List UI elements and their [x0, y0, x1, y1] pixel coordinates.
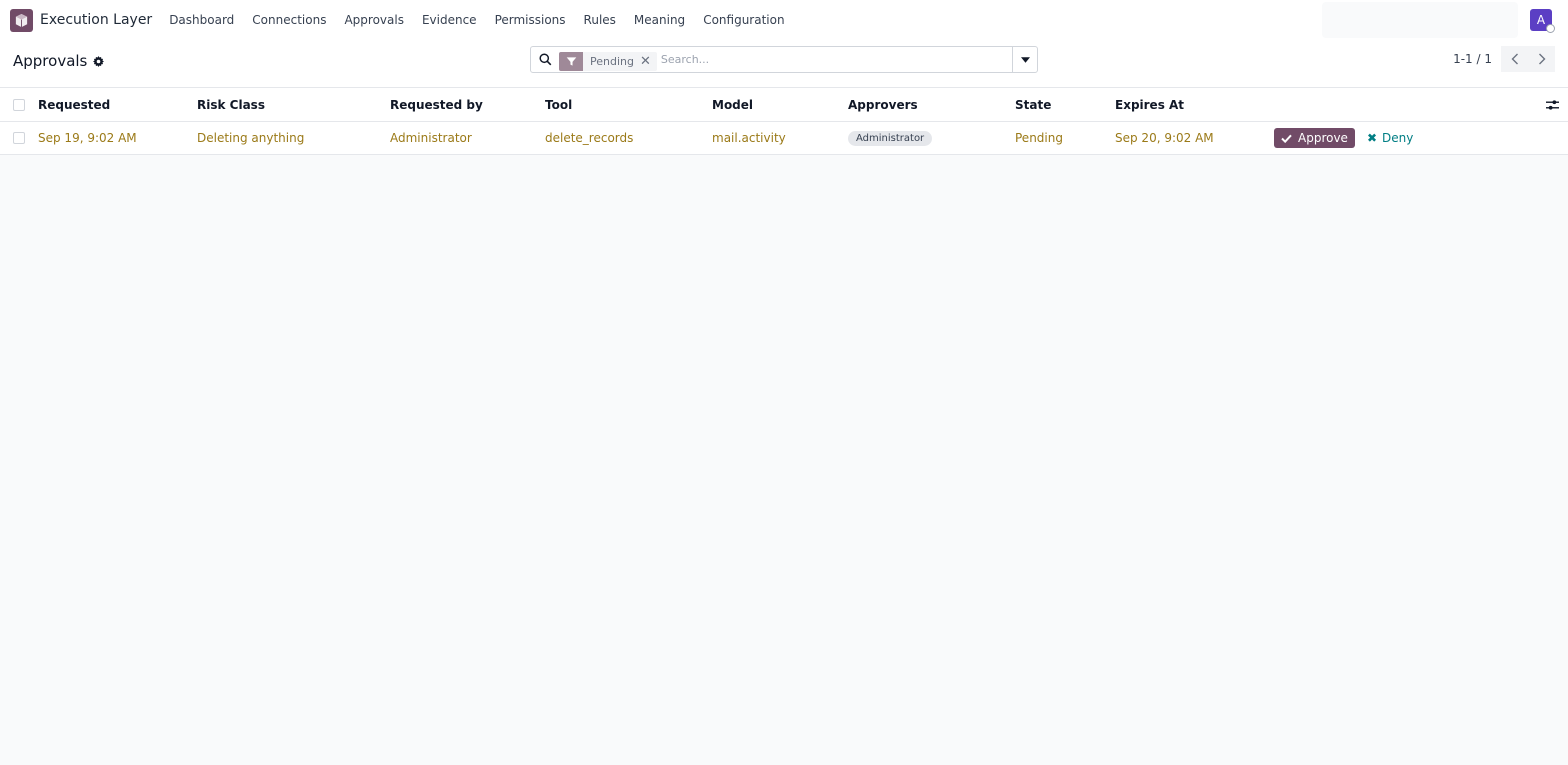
column-header-requested[interactable]: Requested — [38, 88, 110, 121]
cell-approvers: Administrator — [848, 122, 933, 154]
pager-value[interactable]: 1-1 / 1 — [1453, 52, 1492, 66]
control-panel: Approvals Pending ✕ Search... 1-1 / 1 — [0, 40, 1568, 88]
row-actions: Approve ✖ Deny — [1274, 122, 1413, 154]
search-icon[interactable] — [531, 53, 559, 66]
column-header-tool[interactable]: Tool — [545, 88, 572, 121]
nav-dashboard[interactable]: Dashboard — [169, 13, 234, 27]
app-name[interactable]: Execution Layer — [40, 12, 152, 28]
remove-facet-icon[interactable]: ✕ — [640, 54, 657, 69]
nav-rules[interactable]: Rules — [584, 13, 616, 27]
column-header-approvers[interactable]: Approvers — [848, 88, 918, 121]
column-header-model[interactable]: Model — [712, 88, 753, 121]
cell-requested-by[interactable]: Administrator — [390, 122, 472, 154]
top-navbar: Execution Layer Dashboard Connections Ap… — [0, 0, 1568, 40]
select-all-checkbox[interactable] — [13, 98, 25, 111]
check-icon — [1281, 134, 1292, 143]
cell-tool[interactable]: delete_records — [545, 122, 633, 154]
cell-expires-at[interactable]: Sep 20, 9:02 AM — [1115, 122, 1214, 154]
pager-next-button[interactable] — [1528, 46, 1555, 72]
close-icon: ✖ — [1366, 131, 1378, 145]
column-header-risk-class[interactable]: Risk Class — [197, 88, 265, 121]
row-checkbox[interactable] — [13, 132, 25, 144]
search-bar: Pending ✕ — [530, 46, 1038, 73]
approver-tag: Administrator — [848, 130, 933, 146]
column-header-requested-by[interactable]: Requested by — [390, 88, 483, 121]
filter-facet: Pending ✕ — [559, 52, 657, 71]
select-all-checkbox-cell — [13, 88, 25, 121]
deny-label: Deny — [1382, 131, 1414, 145]
pager-previous-button[interactable] — [1501, 46, 1528, 72]
caret-down-icon — [1020, 56, 1030, 63]
app-logo-icon[interactable] — [10, 8, 33, 32]
facet-value: Pending — [590, 55, 634, 68]
cell-state[interactable]: Pending — [1015, 122, 1063, 154]
search-input[interactable] — [660, 53, 1012, 66]
chevron-left-icon — [1511, 53, 1518, 65]
nav-configuration[interactable]: Configuration — [703, 13, 784, 27]
optional-columns-toggle[interactable] — [1546, 88, 1559, 121]
chevron-right-icon — [1538, 53, 1545, 65]
sliders-icon — [1546, 99, 1559, 110]
row-checkbox-cell — [13, 122, 25, 154]
nav-approvals[interactable]: Approvals — [344, 13, 404, 27]
breadcrumb: Approvals — [13, 52, 105, 70]
cell-risk-class[interactable]: Deleting anything — [197, 122, 304, 154]
page-title: Approvals — [13, 52, 88, 70]
gear-icon[interactable] — [93, 55, 105, 67]
approve-button[interactable]: Approve — [1274, 128, 1355, 148]
nav-permissions[interactable]: Permissions — [495, 13, 566, 27]
presence-status-icon — [1546, 24, 1555, 33]
user-avatar[interactable]: A — [1530, 9, 1555, 33]
nav-connections[interactable]: Connections — [252, 13, 326, 27]
avatar-letter: A — [1536, 13, 1546, 27]
approve-label: Approve — [1298, 131, 1348, 145]
table-header: Requested Risk Class Requested by Tool M… — [0, 88, 1568, 122]
column-header-expires-at[interactable]: Expires At — [1115, 88, 1184, 121]
nav-meaning[interactable]: Meaning — [634, 13, 685, 27]
systray-placeholder — [1322, 2, 1518, 38]
nav-evidence[interactable]: Evidence — [422, 13, 477, 27]
search-options-toggle[interactable] — [1012, 47, 1037, 72]
deny-button[interactable]: ✖ Deny — [1367, 131, 1413, 145]
cell-requested[interactable]: Sep 19, 9:02 AM — [38, 122, 137, 154]
table-row[interactable]: Sep 19, 9:02 AM Deleting anything Admini… — [0, 122, 1568, 155]
filter-icon — [559, 52, 583, 71]
pager: 1-1 / 1 — [1453, 46, 1555, 72]
cell-model[interactable]: mail.activity — [712, 122, 786, 154]
column-header-state[interactable]: State — [1015, 88, 1051, 121]
